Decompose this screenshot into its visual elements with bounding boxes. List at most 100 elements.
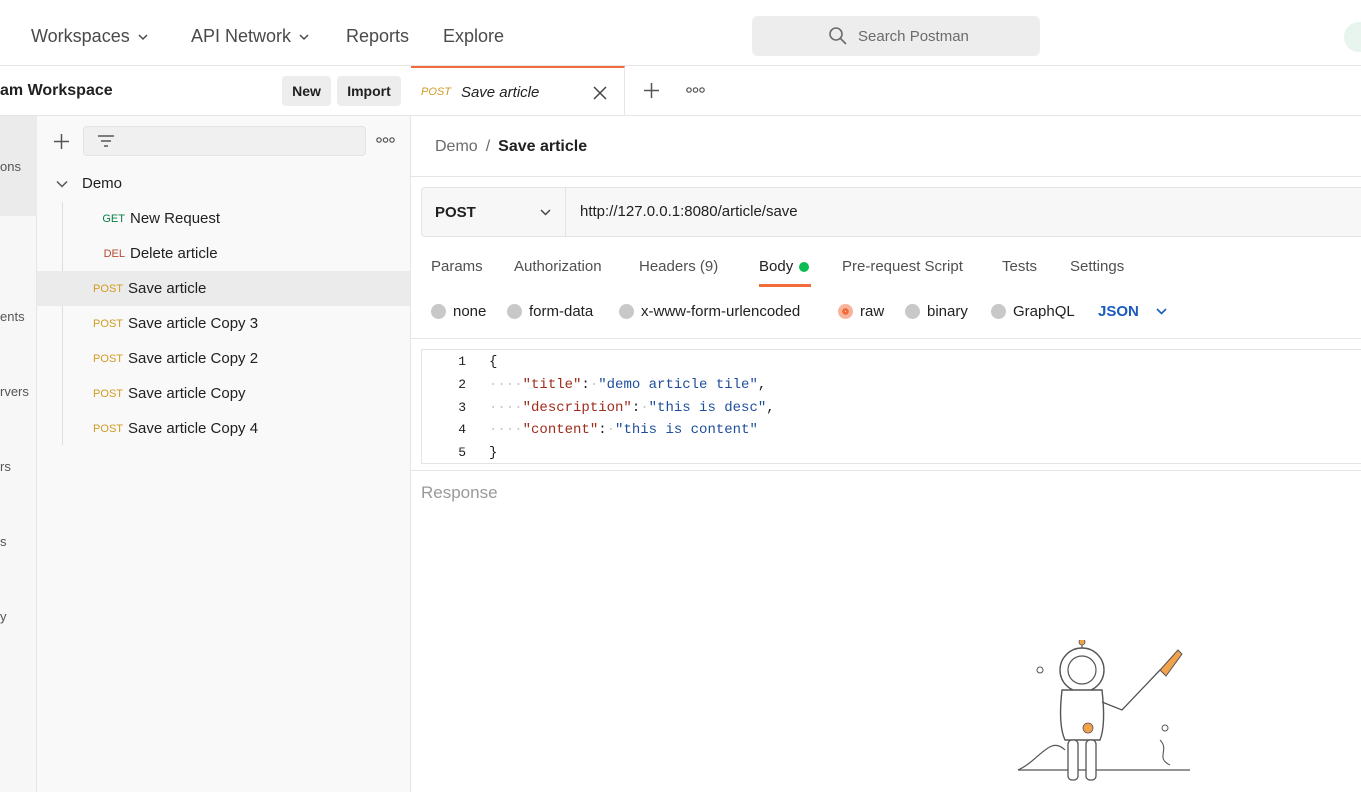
radio-dot bbox=[431, 304, 446, 319]
line-number: 2 bbox=[458, 377, 466, 392]
more-options-icon[interactable] bbox=[376, 137, 395, 143]
import-button[interactable]: Import bbox=[337, 76, 401, 106]
collection-name: Demo bbox=[82, 175, 123, 192]
top-navbar: Workspaces API Network Reports Explore S… bbox=[0, 0, 1361, 66]
nav-reports[interactable]: Reports bbox=[346, 26, 409, 47]
radio-label: form-data bbox=[529, 303, 594, 320]
rail-item-collections[interactable]: ons bbox=[0, 159, 21, 174]
tab-pre-request-script[interactable]: Pre-request Script bbox=[842, 258, 963, 275]
tab-title: Save article bbox=[460, 83, 540, 101]
breadcrumb-current[interactable]: Save article bbox=[498, 138, 587, 156]
rail-item-flows[interactable]: s bbox=[0, 534, 7, 549]
new-button[interactable]: New bbox=[282, 76, 331, 106]
tab-settings[interactable]: Settings bbox=[1070, 258, 1124, 275]
request-name: Save article bbox=[128, 280, 207, 297]
chevron-down-icon bbox=[1156, 308, 1167, 315]
radio-label: none bbox=[453, 303, 487, 320]
chevron-down-icon bbox=[138, 33, 148, 40]
request-item[interactable]: POST Save article Copy 4 bbox=[37, 411, 410, 446]
request-name: Save article Copy 3 bbox=[128, 315, 259, 332]
astronaut-illustration bbox=[1017, 640, 1190, 781]
radio-label: GraphQL bbox=[1013, 303, 1075, 320]
radio-x-www-form-urlencoded[interactable]: x-www-form-urlencoded bbox=[619, 303, 800, 320]
rail-item-environments[interactable]: ents bbox=[0, 309, 25, 324]
more-options-icon[interactable] bbox=[686, 87, 705, 93]
code-line: ····"title":·"demo article tile", bbox=[489, 377, 767, 393]
rail-item-mock-servers[interactable]: rvers bbox=[0, 384, 29, 399]
radio-graphql[interactable]: GraphQL bbox=[991, 303, 1075, 320]
chevron-down-icon bbox=[299, 33, 309, 40]
response-label: Response bbox=[421, 483, 498, 502]
tab-headers[interactable]: Headers (9) bbox=[639, 258, 718, 275]
chevron-down-icon bbox=[56, 180, 68, 188]
method-badge: POST bbox=[93, 317, 123, 330]
method-select[interactable]: POST bbox=[422, 188, 566, 236]
breadcrumb: Demo / Save article bbox=[435, 138, 587, 156]
filter-icon bbox=[98, 135, 114, 147]
body-language-select[interactable]: JSON bbox=[1098, 303, 1168, 320]
code-line: { bbox=[489, 354, 498, 370]
tab-method: POST bbox=[421, 86, 451, 98]
request-item[interactable]: POST Save article Copy 2 bbox=[37, 341, 410, 376]
nav-workspaces[interactable]: Workspaces bbox=[31, 26, 150, 47]
request-tabs-bar: POST Save article bbox=[411, 66, 1361, 116]
body-modified-dot bbox=[799, 262, 810, 273]
radio-label: raw bbox=[860, 303, 885, 320]
body-language-value: JSON bbox=[1098, 303, 1139, 320]
nav-reports-label: Reports bbox=[346, 26, 410, 46]
request-item-selected[interactable]: POST Save article bbox=[37, 271, 410, 306]
close-icon[interactable] bbox=[593, 86, 607, 100]
request-item[interactable]: POST Save article Copy 3 bbox=[37, 306, 410, 341]
request-item[interactable]: DEL Delete article bbox=[37, 236, 410, 271]
code-editor[interactable]: 1 2 3 4 5 {····"title":·"demo article ti… bbox=[421, 349, 1361, 464]
nav-explore[interactable]: Explore bbox=[443, 26, 504, 47]
url-input[interactable]: http://127.0.0.1:8080/article/save bbox=[580, 203, 798, 220]
radio-binary[interactable]: binary bbox=[905, 303, 968, 320]
radio-dot bbox=[905, 304, 920, 319]
radio-dot-selected bbox=[838, 304, 853, 319]
tab-authorization[interactable]: Authorization bbox=[514, 258, 602, 275]
radio-form-data[interactable]: form-data bbox=[507, 303, 593, 320]
radio-dot bbox=[991, 304, 1006, 319]
nav-workspaces-label: Workspaces bbox=[31, 26, 130, 46]
code-line: ····"description":·"this is desc", bbox=[489, 400, 775, 416]
method-badge: POST bbox=[93, 422, 123, 435]
request-item[interactable]: GET New Request bbox=[37, 201, 410, 236]
line-number: 4 bbox=[458, 422, 466, 437]
sync-status-icon[interactable] bbox=[1344, 22, 1361, 52]
radio-raw[interactable]: raw bbox=[838, 303, 884, 320]
plus-icon[interactable] bbox=[643, 82, 660, 99]
workspace-title[interactable]: am Workspace bbox=[0, 82, 113, 100]
radio-none[interactable]: none bbox=[431, 303, 486, 320]
search-input[interactable]: Search Postman bbox=[752, 16, 1040, 56]
rail-item-monitors[interactable]: rs bbox=[0, 459, 11, 474]
tab-body[interactable]: Body bbox=[759, 258, 810, 275]
request-item[interactable]: POST Save article Copy bbox=[37, 376, 410, 411]
line-number: 3 bbox=[458, 400, 466, 415]
radio-label: binary bbox=[927, 303, 968, 320]
chevron-down-icon bbox=[540, 209, 551, 216]
sidebar-rail: ons ents rvers rs s y bbox=[0, 66, 37, 792]
request-name: Save article Copy 2 bbox=[128, 350, 259, 367]
method-select-value: POST bbox=[435, 203, 476, 221]
request-name: Save article Copy 4 bbox=[128, 420, 259, 437]
tab-save-article[interactable]: POST Save article bbox=[411, 66, 625, 116]
breadcrumb-parent[interactable]: Demo bbox=[435, 138, 478, 156]
radio-label: x-www-form-urlencoded bbox=[641, 303, 801, 320]
nav-api-network[interactable]: API Network bbox=[191, 26, 311, 47]
url-bar: POST http://127.0.0.1:8080/article/save bbox=[421, 187, 1361, 237]
request-name: Delete article bbox=[130, 245, 218, 262]
tab-tests[interactable]: Tests bbox=[1002, 258, 1037, 275]
collection-demo[interactable]: Demo bbox=[37, 166, 410, 201]
method-badge: POST bbox=[93, 387, 123, 400]
tab-params[interactable]: Params bbox=[431, 258, 483, 275]
nav-api-network-label: API Network bbox=[191, 26, 292, 46]
divider bbox=[411, 338, 1361, 339]
rail-item-history[interactable]: y bbox=[0, 609, 7, 624]
nav-explore-label: Explore bbox=[443, 26, 505, 46]
plus-icon[interactable] bbox=[53, 133, 70, 150]
code-line: ····"content":·"this is content" bbox=[489, 422, 758, 438]
filter-input[interactable] bbox=[83, 126, 366, 156]
search-placeholder: Search Postman bbox=[858, 27, 969, 45]
search-icon bbox=[829, 27, 847, 45]
